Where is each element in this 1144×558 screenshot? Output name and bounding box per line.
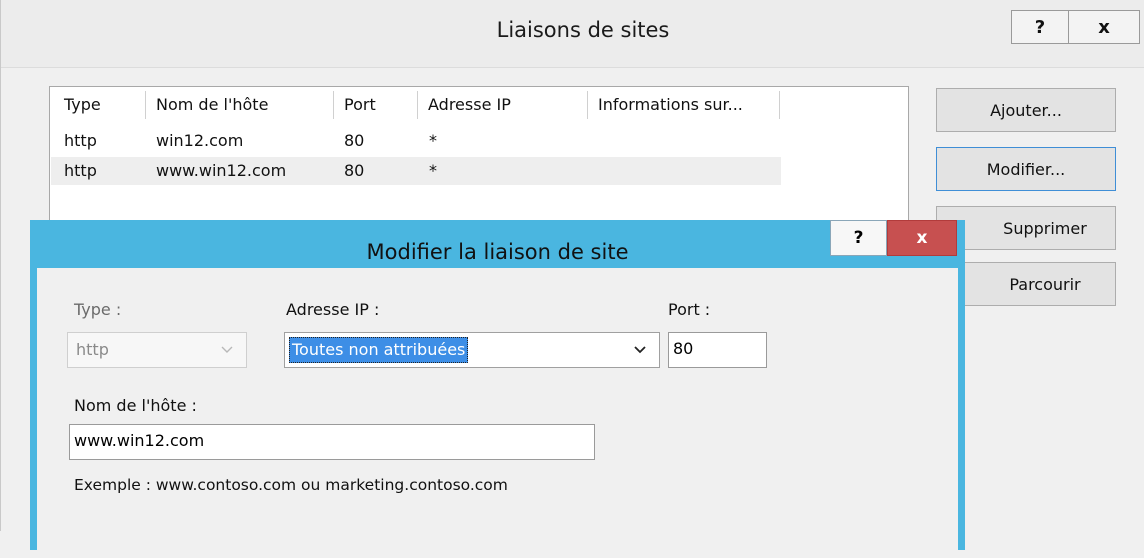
column-header-type[interactable]: Type <box>54 91 146 119</box>
inner-dialog-title: Modifier la liaison de site <box>366 240 629 264</box>
bindings-list[interactable]: Type Nom de l'hôte Port Adresse IP Infor… <box>49 86 909 236</box>
ip-label: Adresse IP : <box>286 300 380 319</box>
example-hint: Exemple : www.contoso.com ou marketing.c… <box>74 476 508 494</box>
outer-dialog-title: Liaisons de sites <box>496 18 670 42</box>
table-row[interactable]: http www.win12.com 80 * <box>51 157 781 185</box>
chevron-down-icon[interactable] <box>631 338 649 360</box>
outer-help-button[interactable]: ? <box>1011 10 1069 44</box>
chevron-down-icon <box>218 338 236 360</box>
outer-title-bar: Liaisons de sites ? x <box>1 0 1144 68</box>
type-label: Type : <box>74 300 122 319</box>
cell-host: win12.com <box>156 131 244 150</box>
ip-address-select[interactable]: Toutes non attribuées <box>284 332 660 368</box>
port-label: Port : <box>668 300 711 319</box>
column-header-host[interactable]: Nom de l'hôte <box>146 91 334 119</box>
cell-type: http <box>64 161 97 180</box>
inner-title-bar: Modifier la liaison de site ? x <box>30 220 965 268</box>
modify-button[interactable]: Modifier... <box>936 147 1116 191</box>
inner-close-button[interactable]: x <box>887 220 957 256</box>
inner-help-button[interactable]: ? <box>830 220 887 256</box>
type-select-value: http <box>76 340 109 359</box>
inner-dialog-body: Type : http Adresse IP : Toutes non attr… <box>37 268 958 558</box>
cell-ip: * <box>429 131 437 150</box>
edit-binding-dialog: Modifier la liaison de site ? x Type : h… <box>30 220 965 558</box>
cell-host: www.win12.com <box>156 161 287 180</box>
cell-port: 80 <box>344 131 365 150</box>
outer-close-button[interactable]: x <box>1068 10 1140 44</box>
column-header-ip[interactable]: Adresse IP <box>418 91 588 119</box>
table-row[interactable]: http win12.com 80 * <box>51 127 781 155</box>
port-field[interactable]: 80 <box>668 332 767 368</box>
column-header-port[interactable]: Port <box>334 91 418 119</box>
column-header-info[interactable]: Informations sur... <box>588 91 780 119</box>
type-select: http <box>67 332 247 368</box>
cell-ip: * <box>429 161 437 180</box>
add-button[interactable]: Ajouter... <box>936 88 1116 132</box>
cell-port: 80 <box>344 161 365 180</box>
host-name-field[interactable]: www.win12.com <box>69 424 595 460</box>
ip-address-value: Toutes non attribuées <box>289 337 469 363</box>
host-name-label: Nom de l'hôte : <box>74 396 197 415</box>
cell-type: http <box>64 131 97 150</box>
